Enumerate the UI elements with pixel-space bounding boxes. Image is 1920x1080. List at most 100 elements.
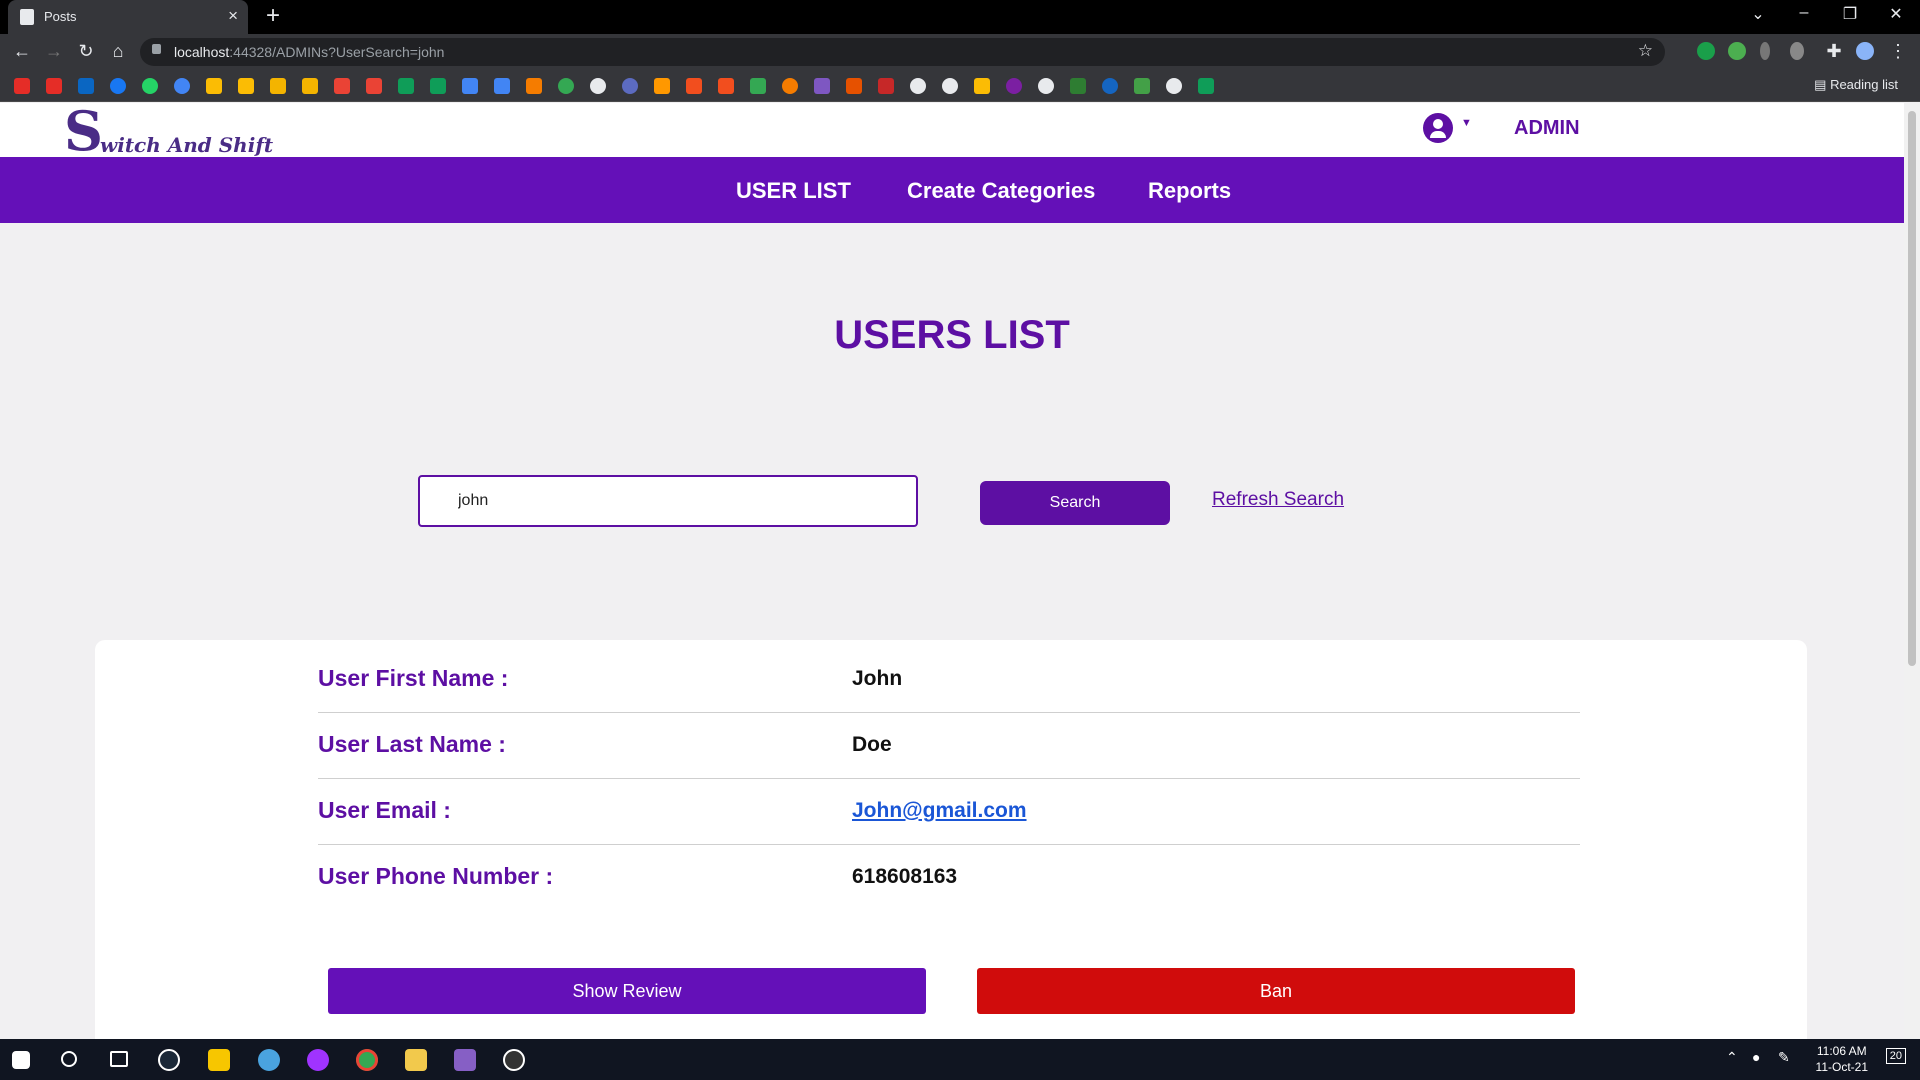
bookmark-icon[interactable] — [1006, 78, 1022, 94]
user-detail-row: User First Name : John — [318, 647, 1580, 713]
bookmark-icon[interactable] — [910, 78, 926, 94]
show-review-button[interactable]: Show Review — [328, 968, 926, 1014]
linkedin-bookmark-icon[interactable] — [78, 78, 94, 94]
extension-icon[interactable] — [1760, 42, 1770, 60]
bookmark-icon[interactable] — [846, 78, 862, 94]
visual-studio-icon[interactable] — [454, 1049, 476, 1071]
sheets-bookmark-icon[interactable] — [430, 78, 446, 94]
docs-bookmark-icon[interactable] — [494, 78, 510, 94]
github-bookmark-icon[interactable] — [590, 78, 606, 94]
app-icon[interactable] — [258, 1049, 280, 1071]
user-account-icon[interactable] — [1423, 113, 1453, 143]
figma-bookmark-icon[interactable] — [718, 78, 734, 94]
restore-icon[interactable]: ❐ — [1830, 4, 1870, 24]
back-icon[interactable]: ← — [10, 41, 34, 62]
task-view-icon[interactable] — [110, 1051, 128, 1067]
page-scrollbar[interactable] — [1904, 103, 1920, 1039]
menu-kebab-icon[interactable]: ⋮ — [1886, 41, 1910, 62]
forward-icon[interactable]: → — [42, 41, 66, 62]
sheets-bookmark-icon[interactable] — [398, 78, 414, 94]
browser-tab[interactable]: Posts × — [8, 0, 248, 34]
bookmark-icon[interactable] — [942, 78, 958, 94]
bookmark-icon[interactable] — [622, 78, 638, 94]
bookmark-star-icon[interactable]: ☆ — [1638, 41, 1653, 61]
refresh-search-link[interactable]: Refresh Search — [1212, 489, 1344, 511]
extension-icon[interactable] — [1728, 42, 1746, 60]
bookmark-icon[interactable] — [654, 78, 670, 94]
whatsapp-bookmark-icon[interactable] — [142, 78, 158, 94]
chart-bookmark-icon[interactable] — [974, 78, 990, 94]
logo-text: witch And Shift — [100, 133, 274, 157]
close-tab-icon[interactable]: × — [228, 6, 238, 26]
figma-bookmark-icon[interactable] — [686, 78, 702, 94]
bookmark-icon[interactable] — [782, 78, 798, 94]
docs-bookmark-icon[interactable] — [462, 78, 478, 94]
bookmark-icon[interactable] — [270, 78, 286, 94]
github-bookmark-icon[interactable] — [1166, 78, 1182, 94]
email-link[interactable]: John@gmail.com — [852, 799, 1027, 823]
grammarly-extension-icon[interactable] — [1697, 42, 1715, 60]
microphone-icon[interactable]: ● — [1752, 1049, 1760, 1065]
browser-tab-strip: Posts × + ⌄ – ❐ ✕ — [0, 0, 1920, 34]
notifications-badge[interactable]: 20 — [1885, 1048, 1906, 1064]
minimize-icon[interactable]: – — [1784, 4, 1824, 22]
pen-icon[interactable]: ✎ — [1778, 1049, 1790, 1066]
messenger-icon[interactable] — [307, 1049, 329, 1071]
caret-down-icon[interactable]: ▼ — [1461, 117, 1472, 129]
extensions-puzzle-icon[interactable]: ✚ — [1822, 41, 1846, 62]
gmail-bookmark-icon[interactable] — [366, 78, 382, 94]
sheets-bookmark-icon[interactable] — [1198, 78, 1214, 94]
reading-list-button[interactable]: ▤ Reading list — [1814, 77, 1898, 93]
bookmark-icon[interactable] — [1070, 78, 1086, 94]
bookmark-icon[interactable] — [1102, 78, 1118, 94]
drive-bookmark-icon[interactable] — [206, 78, 222, 94]
site-logo[interactable]: S witch And Shift — [64, 103, 273, 163]
youtube-bookmark-icon[interactable] — [46, 78, 62, 94]
nav-create-categories[interactable]: Create Categories — [907, 178, 1095, 204]
bookmark-icon[interactable] — [174, 78, 190, 94]
window-close-icon[interactable]: ✕ — [1876, 4, 1916, 24]
nav-user-list[interactable]: USER LIST — [736, 178, 851, 204]
address-bar[interactable]: localhost:44328/ADMINs?UserSearch=john ☆ — [140, 38, 1665, 66]
reload-icon[interactable]: ↻ — [74, 41, 98, 62]
user-detail-row: User Last Name : Doe — [318, 713, 1580, 779]
tab-search-icon[interactable]: ⌄ — [1738, 4, 1778, 24]
ban-button[interactable]: Ban — [977, 968, 1575, 1014]
lock-icon — [152, 44, 161, 54]
bookmark-icon[interactable] — [302, 78, 318, 94]
bookmarks-bar: ▤ Reading list — [0, 70, 1920, 102]
scrollbar-thumb[interactable] — [1908, 111, 1916, 666]
main-nav: USER LIST Create Categories Reports — [0, 157, 1904, 223]
user-icon-body — [1430, 131, 1446, 138]
drive-bookmark-icon[interactable] — [238, 78, 254, 94]
sticky-notes-icon[interactable] — [208, 1049, 230, 1071]
windows-start-icon[interactable] — [12, 1051, 30, 1069]
bookmark-icon[interactable] — [878, 78, 894, 94]
system-clock[interactable]: 11:06 AM 11-Oct-21 — [1816, 1043, 1868, 1075]
bookmark-icon[interactable] — [1038, 78, 1054, 94]
chrome-icon[interactable] — [356, 1049, 378, 1071]
tab-title: Posts — [44, 9, 77, 24]
bookmark-icon[interactable] — [1134, 78, 1150, 94]
steam-icon[interactable] — [158, 1049, 180, 1071]
nav-reports[interactable]: Reports — [1148, 178, 1231, 204]
user-search-input[interactable] — [418, 475, 918, 527]
bookmark-icon[interactable] — [750, 78, 766, 94]
file-explorer-icon[interactable] — [405, 1049, 427, 1071]
maps-bookmark-icon[interactable] — [558, 78, 574, 94]
youtube-bookmark-icon[interactable] — [14, 78, 30, 94]
obs-icon[interactable] — [503, 1049, 525, 1071]
profile-avatar[interactable] — [1856, 42, 1874, 60]
search-icon[interactable] — [61, 1051, 77, 1067]
extension-icon[interactable] — [1790, 42, 1804, 60]
search-button[interactable]: Search — [980, 481, 1170, 525]
new-tab-icon[interactable]: + — [260, 2, 286, 30]
facebook-bookmark-icon[interactable] — [110, 78, 126, 94]
phone-label: User Phone Number : — [318, 863, 554, 889]
show-hidden-icons-icon[interactable]: ⌃ — [1726, 1049, 1738, 1066]
home-icon[interactable]: ⌂ — [106, 41, 130, 62]
admin-label[interactable]: ADMIN — [1514, 117, 1580, 140]
bookmark-icon[interactable] — [814, 78, 830, 94]
bookmark-icon[interactable] — [526, 78, 542, 94]
gmail-bookmark-icon[interactable] — [334, 78, 350, 94]
